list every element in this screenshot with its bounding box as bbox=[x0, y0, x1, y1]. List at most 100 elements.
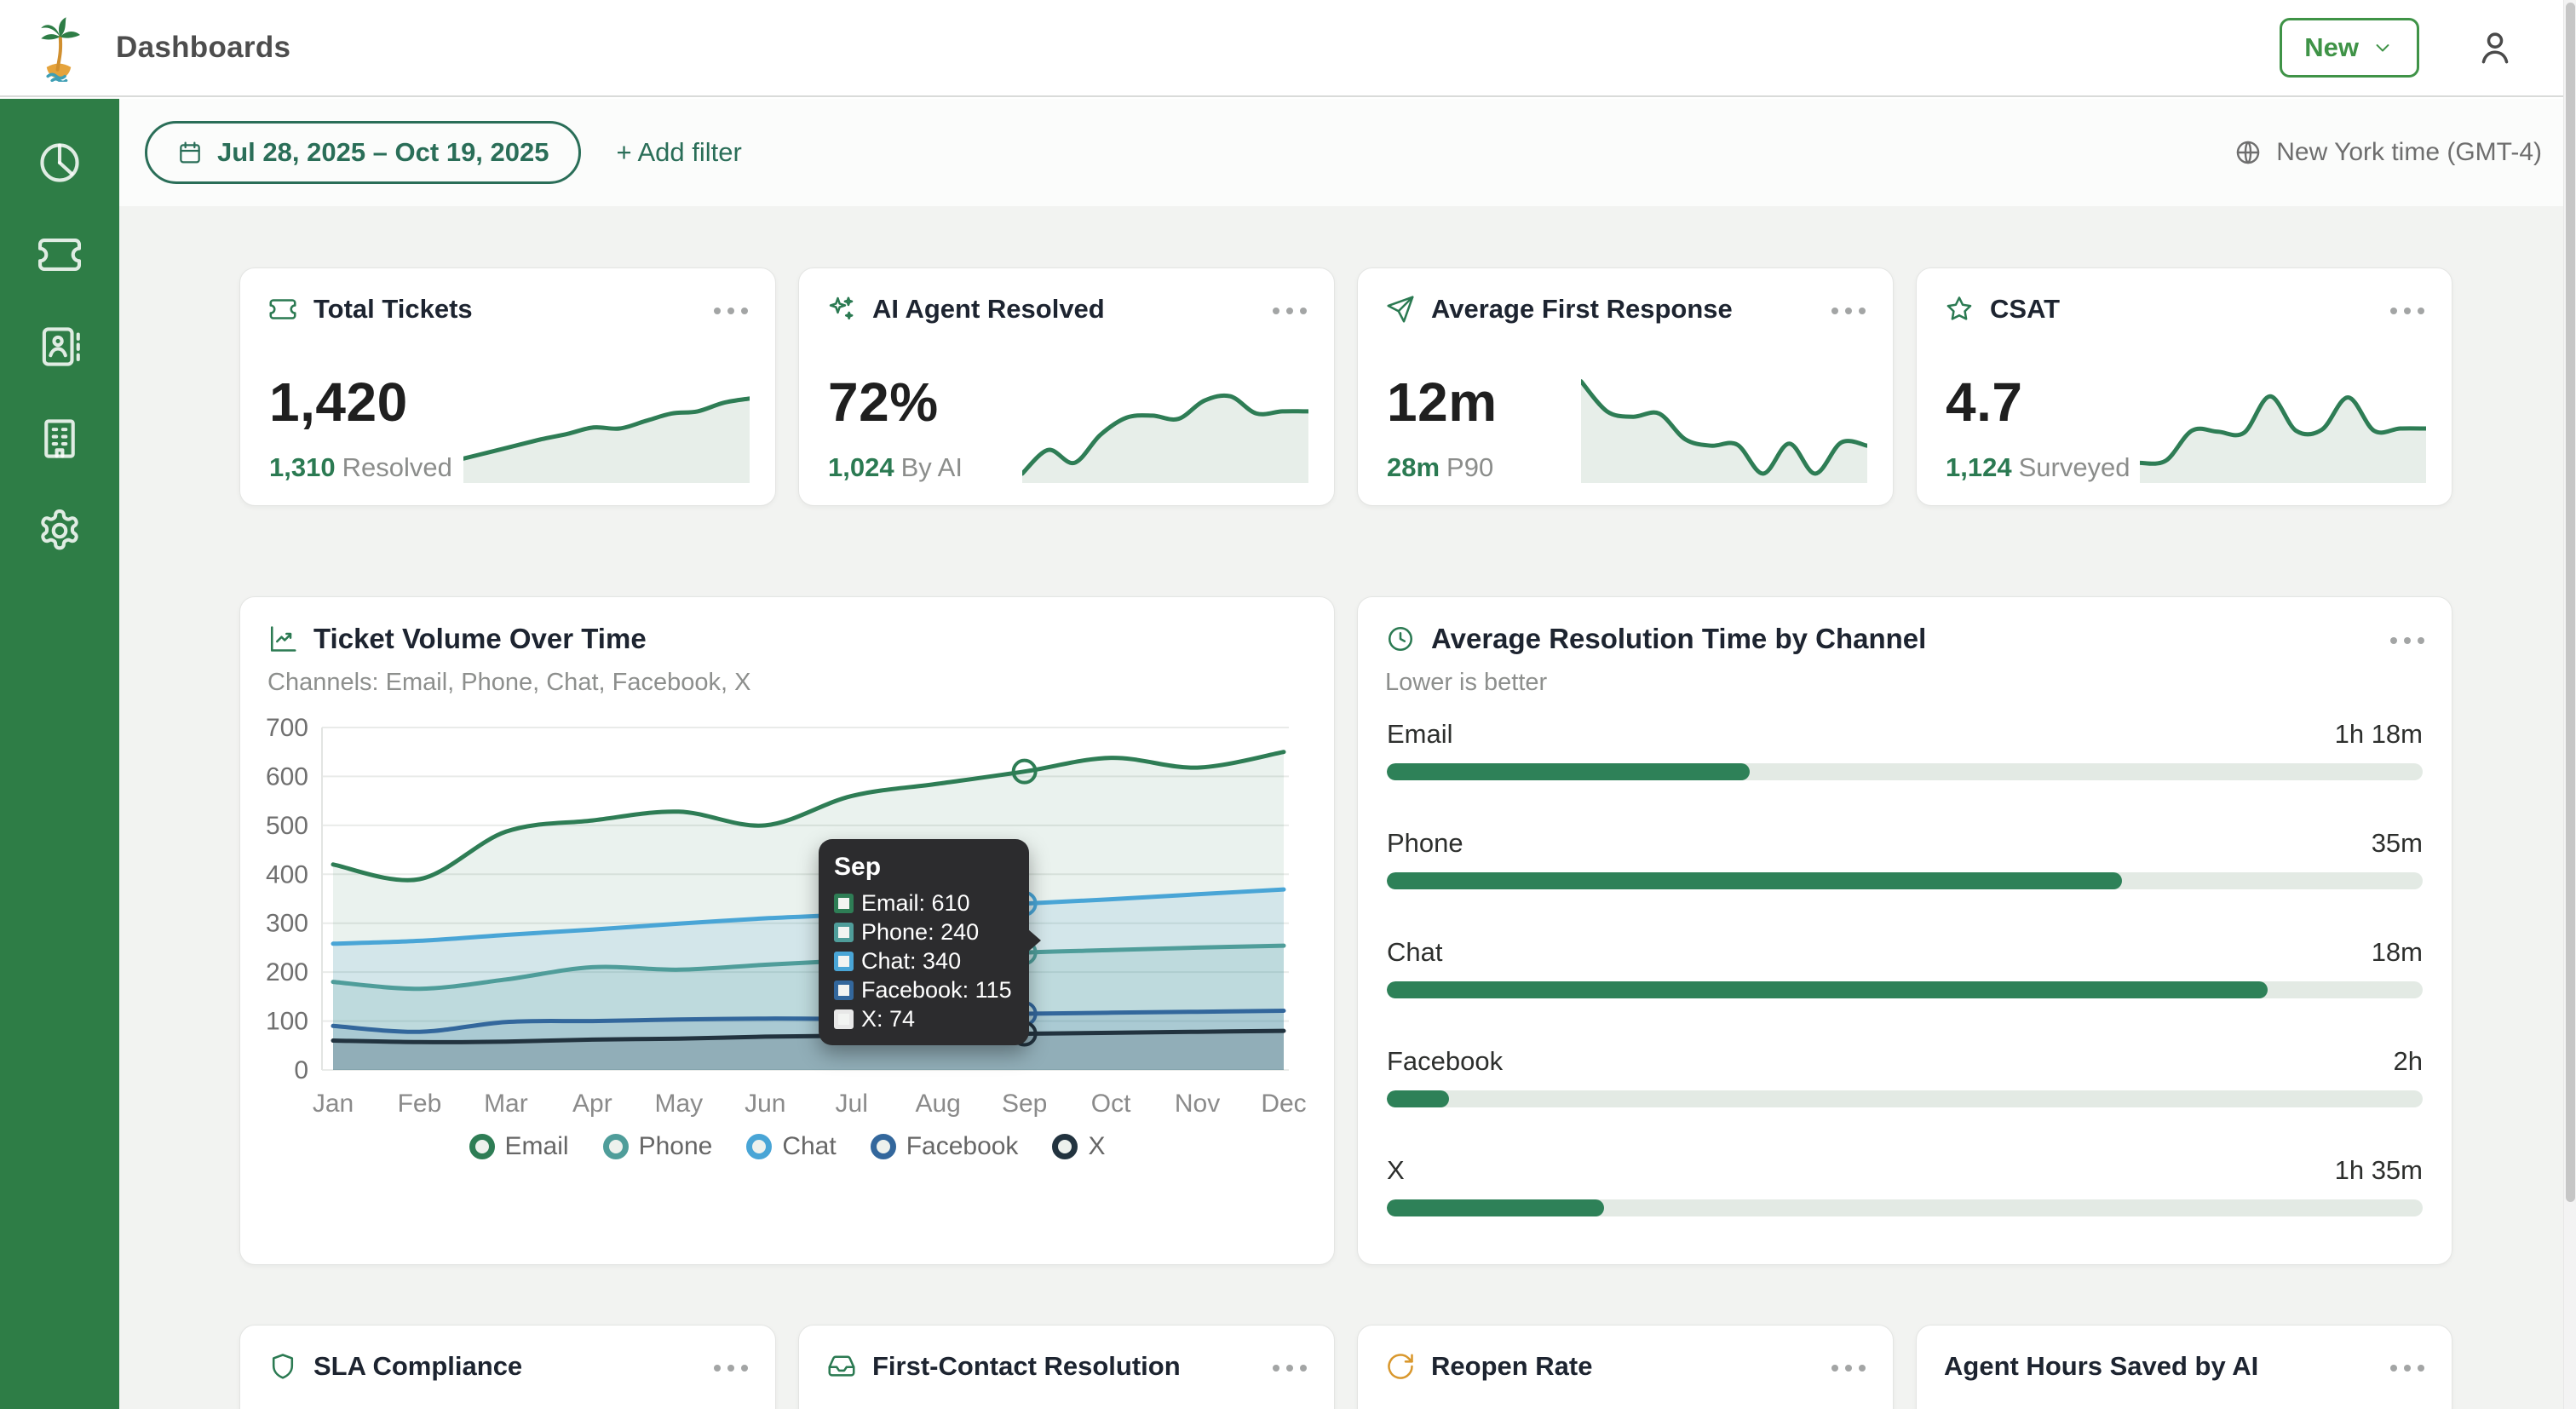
calendar-icon bbox=[176, 139, 204, 166]
kpi-card-csat: CSAT 4.7 1,124 Surveyed bbox=[1916, 267, 2452, 506]
sidebar-item-contacts contacts-icon[interactable] bbox=[35, 322, 84, 371]
card-title: CSAT bbox=[1990, 294, 2061, 324]
channel-value: 2h bbox=[2393, 1046, 2423, 1076]
card-menu-button[interactable] bbox=[1273, 1361, 1307, 1372]
svg-text:Jan: Jan bbox=[313, 1090, 354, 1118]
ticket-volume-chart-card: Ticket Volume Over Time Channels: Email,… bbox=[239, 596, 1335, 1265]
sla-compliance-card: SLA Compliance bbox=[239, 1325, 776, 1409]
person-icon[interactable] bbox=[2474, 26, 2516, 69]
legend-swatch bbox=[602, 1134, 629, 1159]
tooltip-row: X: 74 bbox=[834, 1004, 1012, 1033]
progress-bar bbox=[1387, 1090, 2423, 1107]
kpi-card-total-tickets: Total Tickets 1,420 1,310 Resolved bbox=[239, 267, 776, 506]
card-menu-button[interactable] bbox=[2390, 1361, 2424, 1372]
progress-bar bbox=[1387, 763, 2423, 780]
card-menu-button[interactable] bbox=[2390, 304, 2424, 314]
svg-text:Mar: Mar bbox=[484, 1090, 528, 1118]
legend-item-email[interactable]: Email bbox=[469, 1132, 569, 1161]
svg-text:Aug: Aug bbox=[915, 1090, 960, 1118]
reopen-rate-card: Reopen Rate bbox=[1357, 1325, 1894, 1409]
card-menu-button[interactable] bbox=[714, 1361, 748, 1372]
sparkline-chart bbox=[1022, 393, 1308, 483]
card-title: Reopen Rate bbox=[1431, 1351, 1593, 1381]
tooltip-row: Phone: 240 bbox=[834, 917, 1012, 946]
series-swatch bbox=[834, 951, 854, 971]
card-title: AI Agent Resolved bbox=[872, 294, 1105, 324]
card-title: Average First Response bbox=[1431, 294, 1733, 324]
timezone-indicator: New York time (GMT-4) bbox=[2234, 138, 2542, 167]
new-button[interactable]: New bbox=[2280, 18, 2419, 78]
sidebar-item-analytics pie-chart-icon[interactable] bbox=[35, 138, 84, 187]
kpi-value: 72% bbox=[828, 371, 939, 433]
chart-line-icon bbox=[267, 624, 298, 654]
legend-swatch bbox=[746, 1134, 773, 1159]
tooltip-row: Facebook: 115 bbox=[834, 975, 1012, 1004]
legend-item-x[interactable]: X bbox=[1052, 1132, 1105, 1161]
add-filter-button[interactable]: + Add filter bbox=[617, 137, 742, 168]
sparkline-chart bbox=[463, 396, 750, 483]
legend-swatch bbox=[870, 1134, 896, 1159]
bottom-card-row: SLA Compliance First-Contact Resolution … bbox=[239, 1325, 2452, 1409]
timezone-label: New York time (GMT-4) bbox=[2276, 138, 2542, 166]
card-title: Agent Hours Saved by AI bbox=[1944, 1351, 2259, 1381]
svg-text:Apr: Apr bbox=[572, 1090, 612, 1118]
date-range-filter[interactable]: Jul 28, 2025 – Oct 19, 2025 bbox=[145, 121, 581, 184]
channel-value: 1h 18m bbox=[2334, 719, 2423, 749]
page-scrollbar[interactable] bbox=[2563, 0, 2576, 1409]
svg-text:Nov: Nov bbox=[1175, 1090, 1220, 1118]
chart-tooltip: Sep Email: 610 Phone: 240 Chat: 340 Face… bbox=[819, 839, 1041, 1045]
legend-item-phone[interactable]: Phone bbox=[602, 1132, 712, 1161]
sidebar-item-settings gear-icon[interactable] bbox=[35, 506, 84, 555]
svg-text:600: 600 bbox=[266, 762, 308, 791]
card-menu-button[interactable] bbox=[1273, 304, 1307, 314]
card-menu-button[interactable] bbox=[1831, 1361, 1866, 1372]
progress-bar bbox=[1387, 872, 2423, 889]
card-title: First-Contact Resolution bbox=[872, 1351, 1181, 1381]
tooltip-row: Email: 610 bbox=[834, 889, 1012, 917]
channel-label: Facebook bbox=[1387, 1046, 1504, 1076]
sidebar-item-organizations building-icon[interactable] bbox=[35, 414, 84, 463]
legend-item-facebook[interactable]: Facebook bbox=[870, 1132, 1018, 1161]
line-chart[interactable]: 0 100 200 300 400 500 600 700 Jan Feb Mar Apr May Jun… bbox=[257, 718, 1322, 1195]
star-icon bbox=[1944, 294, 1975, 325]
agent-hours-saved-card: Agent Hours Saved by AI bbox=[1916, 1325, 2452, 1409]
channel-label: Email bbox=[1387, 719, 1453, 749]
inbox-icon bbox=[826, 1351, 857, 1382]
globe-icon bbox=[2234, 138, 2263, 167]
refresh-icon bbox=[1385, 1351, 1416, 1382]
series-swatch bbox=[834, 1009, 854, 1029]
chart-legend: Email Phone Chat Facebook X bbox=[240, 1132, 1334, 1161]
kpi-value: 1,420 bbox=[269, 371, 408, 433]
card-menu-button[interactable] bbox=[2390, 634, 2424, 644]
series-swatch bbox=[834, 980, 854, 1000]
sidebar-item-tickets ticket-icon[interactable] bbox=[35, 230, 84, 279]
card-menu-button[interactable] bbox=[714, 304, 748, 314]
card-title: Total Tickets bbox=[313, 294, 473, 324]
kpi-subtitle: 1,024 By AI bbox=[828, 452, 963, 482]
chart-subtitle: Channels: Email, Phone, Chat, Facebook, … bbox=[267, 669, 751, 696]
kpi-row: Total Tickets 1,420 1,310 Resolved AI Age… bbox=[239, 267, 2452, 506]
kpi-card-ai-agent-resolved: AI Agent Resolved 72% 1,024 By AI bbox=[798, 267, 1335, 506]
resolution-row-email: Email 1h 18m bbox=[1387, 719, 2423, 780]
svg-text:Jun: Jun bbox=[745, 1090, 785, 1118]
new-button-label: New bbox=[2304, 32, 2359, 62]
kpi-value: 12m bbox=[1387, 371, 1498, 433]
legend-swatch bbox=[1052, 1134, 1078, 1159]
svg-text:100: 100 bbox=[266, 1008, 308, 1036]
dashboard-page: Dashboards New Jul 28, 2025 – Oct 19, 20… bbox=[0, 0, 2576, 1409]
channel-label: X bbox=[1387, 1155, 1405, 1185]
resolution-row-phone: Phone 35m bbox=[1387, 828, 2423, 889]
channel-label: Chat bbox=[1387, 937, 1443, 967]
kpi-subtitle: 1,310 Resolved bbox=[269, 452, 452, 482]
sparkline-chart bbox=[1581, 379, 1867, 483]
card-menu-button[interactable] bbox=[1831, 304, 1866, 314]
filter-bar: Jul 28, 2025 – Oct 19, 2025 + Add filter… bbox=[119, 99, 2576, 206]
resolution-row-x: X 1h 35m bbox=[1387, 1155, 2423, 1216]
kpi-subtitle: 28m P90 bbox=[1387, 452, 1494, 482]
legend-item-chat[interactable]: Chat bbox=[746, 1132, 837, 1161]
progress-bar bbox=[1387, 981, 2423, 998]
resolution-time-panel: Average Resolution Time by Channel Lower… bbox=[1357, 596, 2452, 1265]
scrollbar-thumb[interactable] bbox=[2566, 3, 2575, 1202]
svg-text:Feb: Feb bbox=[398, 1090, 442, 1118]
svg-text:Dec: Dec bbox=[1261, 1090, 1306, 1118]
